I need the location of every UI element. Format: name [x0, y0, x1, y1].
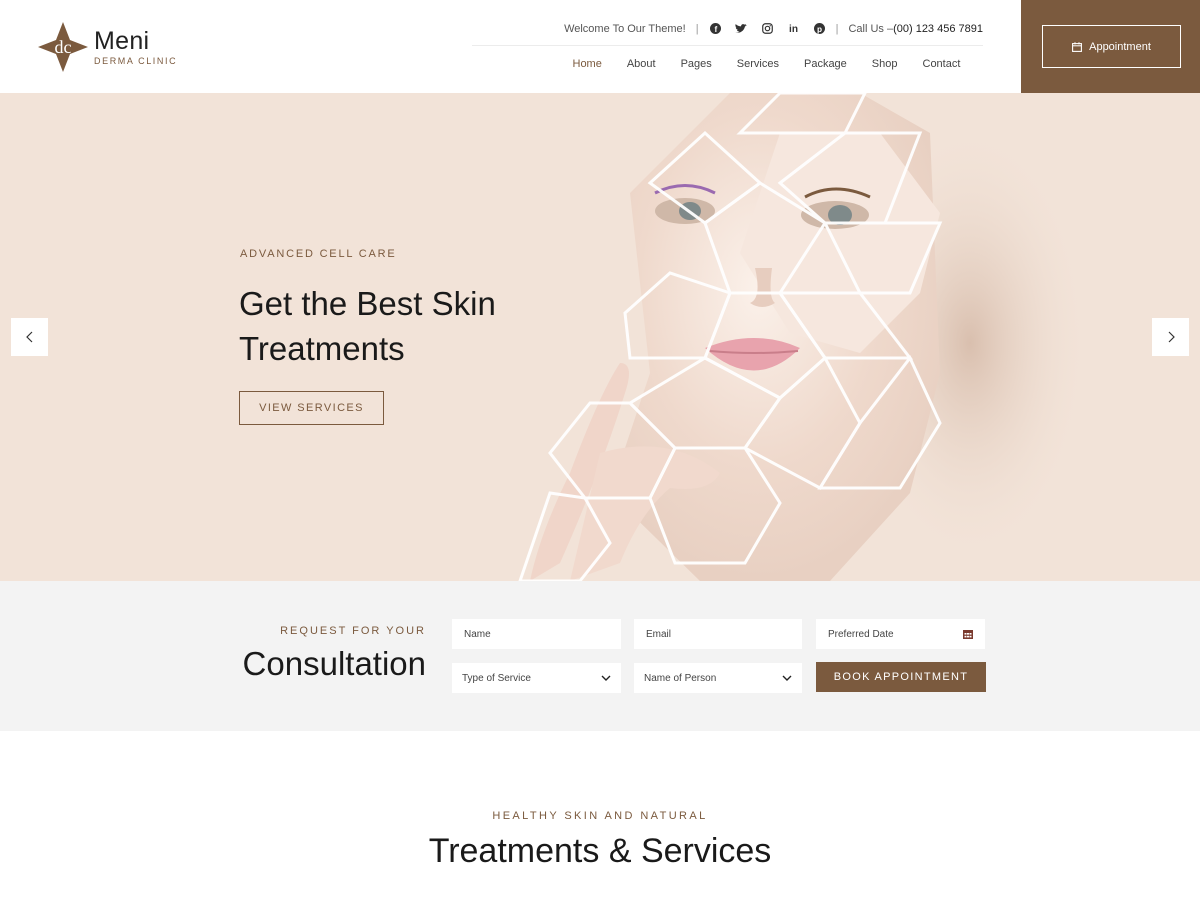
service-type-select[interactable]: Type of Service [452, 663, 621, 693]
brand-tagline: DERMA CLINIC [94, 56, 178, 66]
top-bar: Welcome To Our Theme! | f in p | Call Us… [472, 18, 983, 46]
linkedin-icon[interactable]: in [787, 22, 800, 35]
nav-package[interactable]: Package [791, 56, 859, 72]
services-title: Treatments & Services [428, 832, 772, 870]
email-placeholder: Email [646, 628, 672, 640]
chevron-left-icon [25, 331, 32, 343]
facebook-icon[interactable]: f [709, 22, 722, 35]
calendar-icon[interactable] [963, 629, 973, 639]
services-eyebrow: HEALTHY SKIN AND NATURAL [492, 810, 708, 822]
consultation-title: Consultation [242, 645, 426, 682]
nav-shop[interactable]: Shop [859, 56, 910, 72]
pinterest-icon[interactable]: p [813, 22, 826, 35]
svg-text:p: p [817, 25, 822, 34]
consultation-eyebrow: REQUEST FOR YOUR [280, 625, 426, 637]
hero-eyebrow: ADVANCED CELL CARE [240, 248, 397, 260]
email-input[interactable]: Email [634, 619, 802, 649]
nav-contact[interactable]: Contact [910, 56, 973, 72]
name-input[interactable]: Name [452, 619, 621, 649]
instagram-icon[interactable] [761, 22, 774, 35]
slider-next-button[interactable] [1152, 318, 1189, 356]
nav-services[interactable]: Services [724, 56, 791, 72]
slider-prev-button[interactable] [11, 318, 48, 356]
svg-text:f: f [714, 25, 717, 34]
divider: | [695, 22, 699, 35]
name-placeholder: Name [464, 628, 491, 640]
person-select[interactable]: Name of Person [634, 663, 802, 693]
site-header: dc Meni DERMA CLINIC Welcome To Our Them… [0, 0, 1200, 93]
date-input[interactable]: Preferred Date [816, 619, 985, 649]
chevron-down-icon [782, 675, 792, 681]
service-type-value: Type of Service [462, 672, 531, 684]
nav-home[interactable]: Home [560, 56, 614, 72]
calendar-icon [1072, 41, 1083, 52]
person-value: Name of Person [644, 672, 717, 684]
twitter-icon[interactable] [735, 22, 748, 35]
consultation-form-section: REQUEST FOR YOUR Consultation Name Email… [0, 581, 1200, 731]
hero-slider: ADVANCED CELL CARE Get the Best Skin Tre… [0, 93, 1200, 581]
main-nav: Home About Pages Services Package Shop C… [560, 56, 973, 72]
hero-face-image [518, 93, 1090, 581]
divider: | [835, 22, 839, 35]
appointment-panel: Appointment [1021, 0, 1200, 93]
chevron-right-icon [1168, 331, 1175, 343]
social-links: f in p [709, 22, 826, 35]
chevron-down-icon [601, 675, 611, 681]
nav-pages[interactable]: Pages [668, 56, 724, 72]
appointment-button[interactable]: Appointment [1042, 25, 1181, 68]
brand-name: Meni [94, 27, 150, 55]
phone-number[interactable]: (00) 123 456 7891 [893, 23, 983, 35]
welcome-text: Welcome To Our Theme! [564, 22, 686, 35]
appointment-label: Appointment [1089, 40, 1151, 53]
call-label: Call Us – [848, 22, 894, 35]
svg-text:in: in [789, 24, 798, 34]
svg-text:dc: dc [55, 37, 72, 57]
logo-mark-icon: dc [38, 22, 88, 72]
book-appointment-button[interactable]: BOOK APPOINTMENT [816, 662, 986, 692]
hero-title: Get the Best Skin Treatments [239, 285, 496, 367]
view-services-button[interactable]: VIEW SERVICES [239, 391, 384, 425]
logo[interactable]: dc Meni DERMA CLINIC [38, 22, 177, 72]
nav-about[interactable]: About [614, 56, 668, 72]
date-placeholder: Preferred Date [828, 628, 894, 640]
